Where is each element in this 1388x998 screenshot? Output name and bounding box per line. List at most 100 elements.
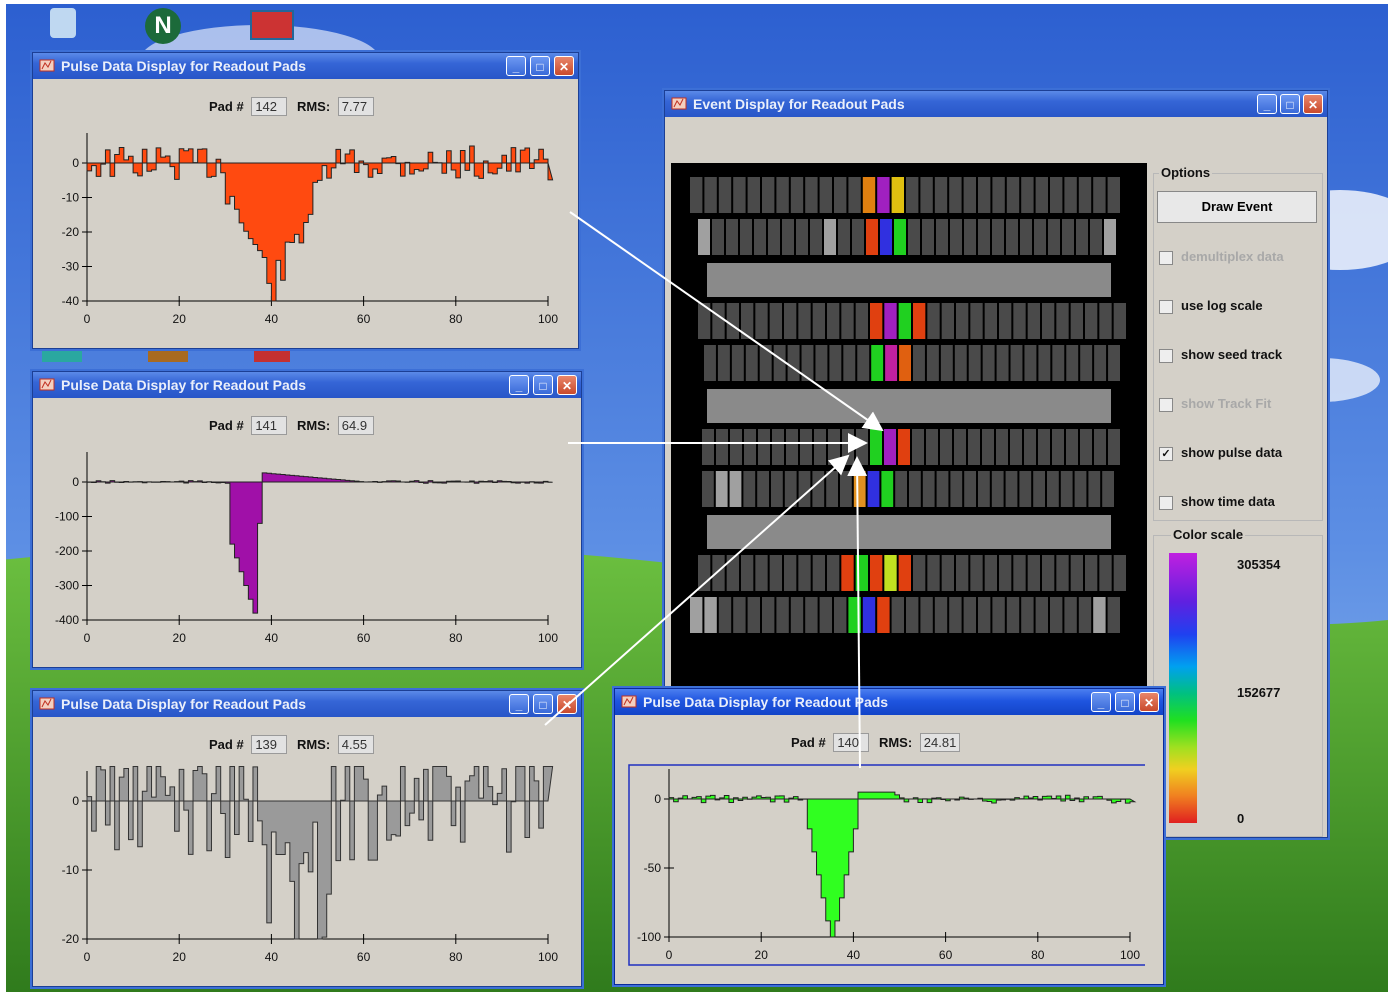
rms-value-field[interactable]: 64.9 xyxy=(337,416,374,435)
pad-cell xyxy=(776,177,789,213)
pad-cell xyxy=(828,429,840,465)
options-label: Options xyxy=(1159,165,1213,180)
pad-cell xyxy=(776,597,789,633)
maximize-icon[interactable]: □ xyxy=(533,375,553,395)
pad-cell xyxy=(762,177,775,213)
pad-cell xyxy=(819,177,832,213)
desktop-network-icon[interactable] xyxy=(42,348,82,362)
rms-label: RMS: xyxy=(296,418,331,433)
close-icon[interactable]: ✕ xyxy=(557,375,577,395)
maximize-icon[interactable]: □ xyxy=(533,694,553,714)
x-tick-label: 60 xyxy=(357,950,371,964)
desktop-app2-icon[interactable] xyxy=(254,348,290,362)
close-icon[interactable]: ✕ xyxy=(1303,94,1323,114)
pad-cell xyxy=(704,177,717,213)
pad-cell xyxy=(999,555,1012,591)
maximize-icon[interactable]: □ xyxy=(530,56,550,76)
option-show-time-data[interactable]: show time data xyxy=(1159,494,1275,510)
pad-cell xyxy=(899,345,911,381)
pad-cell xyxy=(1021,177,1034,213)
x-tick-label: 20 xyxy=(173,631,187,645)
checkbox-icon[interactable] xyxy=(1159,495,1173,510)
pad-cell xyxy=(841,303,854,339)
minimize-icon[interactable]: _ xyxy=(509,375,529,395)
pad-label: Pad # xyxy=(791,735,826,750)
title-bar[interactable]: Pulse Data Display for Readout Pads _ □ … xyxy=(33,372,581,398)
title-bar[interactable]: Pulse Data Display for Readout Pads _ □ … xyxy=(33,53,578,79)
java-app-icon xyxy=(671,97,687,110)
pad-cell xyxy=(1066,345,1079,381)
pad-number-field[interactable]: 142 xyxy=(251,97,288,116)
pad-cell xyxy=(1006,597,1020,633)
minimize-icon[interactable]: _ xyxy=(509,694,529,714)
pad-cell xyxy=(771,471,783,507)
checkbox-icon[interactable]: ✓ xyxy=(1159,446,1173,461)
close-icon[interactable]: ✕ xyxy=(554,56,574,76)
pad-cell xyxy=(726,555,739,591)
maximize-icon[interactable]: □ xyxy=(1115,692,1135,712)
pad-cell xyxy=(690,177,703,213)
y-tick-label: -400 xyxy=(55,613,79,627)
pad-cell xyxy=(798,555,811,591)
x-tick-label: 60 xyxy=(357,631,371,645)
title-bar[interactable]: Pulse Data Display for Readout Pads _ □ … xyxy=(615,689,1163,715)
desktop-recycle-icon[interactable] xyxy=(50,8,76,38)
pad-number-field[interactable]: 140 xyxy=(833,733,870,752)
minimize-icon[interactable]: _ xyxy=(506,56,526,76)
pulse-plot: 0 -100 -200 -300 -400 0 20 40 60 80 100 xyxy=(55,452,558,645)
close-icon[interactable]: ✕ xyxy=(1139,692,1159,712)
pad-cell xyxy=(715,471,728,507)
pulse-waveform xyxy=(86,472,553,614)
pad-info: Pad # 139 RMS: 4.55 xyxy=(209,735,380,754)
pad-cell xyxy=(1050,597,1063,633)
pad-cell xyxy=(747,177,760,213)
maximize-icon[interactable]: □ xyxy=(1280,94,1300,114)
java-app-icon xyxy=(621,695,637,708)
java-app-icon xyxy=(39,59,55,72)
rms-value-field[interactable]: 24.81 xyxy=(919,733,961,752)
pad-cell xyxy=(1076,219,1088,255)
window-title: Pulse Data Display for Readout Pads xyxy=(643,694,889,710)
pad-cell xyxy=(712,555,725,591)
pad-cell xyxy=(862,597,876,633)
rms-value-field[interactable]: 7.77 xyxy=(337,97,374,116)
desktop-folder-icon[interactable] xyxy=(148,348,188,362)
pad-cell xyxy=(759,345,772,381)
x-tick-label: 40 xyxy=(265,950,279,964)
desktop-app-icon[interactable] xyxy=(250,10,294,40)
checkbox-icon[interactable] xyxy=(1159,299,1173,314)
rms-value-field[interactable]: 4.55 xyxy=(337,735,374,754)
pad-cell xyxy=(1088,471,1101,507)
title-bar[interactable]: Event Display for Readout Pads _ □ ✕ xyxy=(665,91,1327,117)
pad-cell xyxy=(726,219,738,255)
pad-cell xyxy=(841,555,854,591)
desktop-netscape-icon[interactable]: N xyxy=(145,8,181,44)
minimize-icon[interactable]: _ xyxy=(1091,692,1111,712)
pad-cell xyxy=(838,219,850,255)
pad-cell xyxy=(718,597,732,633)
title-bar[interactable]: Pulse Data Display for Readout Pads _ □ … xyxy=(33,691,581,717)
pad-cell xyxy=(856,429,868,465)
pad-cell xyxy=(801,345,814,381)
pad-cell xyxy=(949,597,962,633)
pad-number-field[interactable]: 141 xyxy=(251,416,288,435)
pad-cell xyxy=(718,177,732,213)
pad-cell xyxy=(733,177,746,213)
option-show-seed-track[interactable]: show seed track xyxy=(1159,347,1282,363)
pad-cell xyxy=(843,345,856,381)
pad-cell xyxy=(826,471,838,507)
pad-label: Pad # xyxy=(209,418,244,433)
pad-number-field[interactable]: 139 xyxy=(251,735,288,754)
close-icon[interactable]: ✕ xyxy=(557,694,577,714)
pad-cell xyxy=(1038,429,1050,465)
checkbox-icon[interactable] xyxy=(1159,348,1173,363)
draw-event-button[interactable]: Draw Event xyxy=(1157,191,1317,223)
minimize-icon[interactable]: _ xyxy=(1257,94,1277,114)
option-show-pulse-data[interactable]: ✓ show pulse data xyxy=(1159,445,1282,461)
pad-cell xyxy=(934,597,948,633)
pad-cell xyxy=(1062,219,1074,255)
pulse-plot: 0 -10 -20 0 20 40 60 80 100 xyxy=(62,766,558,964)
pad-cell xyxy=(769,555,782,591)
pad-cell xyxy=(1027,555,1040,591)
option-use-log-scale[interactable]: use log scale xyxy=(1159,298,1263,314)
